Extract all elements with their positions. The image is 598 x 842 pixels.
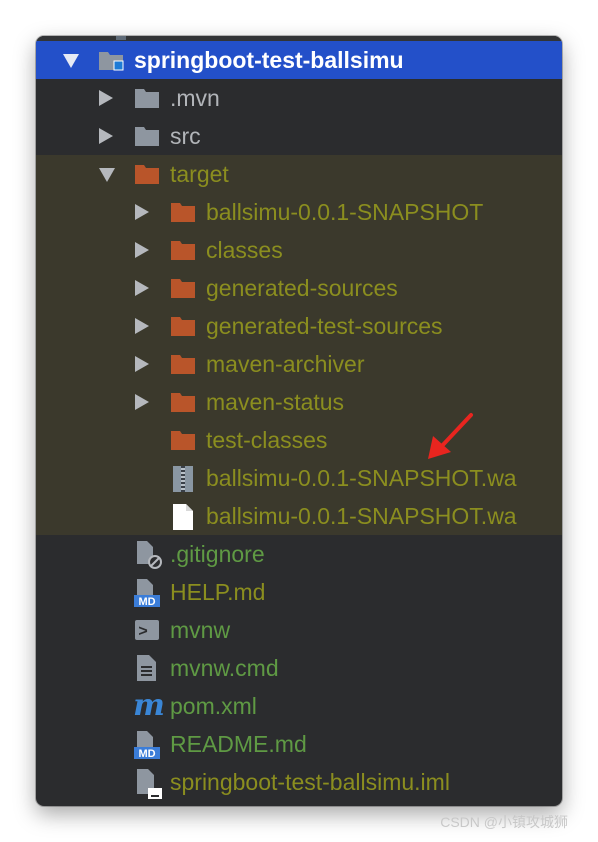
plain-file-icon <box>173 504 193 530</box>
tree-row-label: generated-sources <box>206 275 398 301</box>
project-tree-panel: springboot-test-ballsimu .mvn src target… <box>36 36 562 806</box>
tree-row-pom-xml[interactable]: m pom.xml <box>36 687 562 725</box>
tree-row-label: springboot-test-ballsimu.iml <box>170 769 450 795</box>
annotation-arrow-icon <box>428 413 473 459</box>
maven-icon: m <box>133 688 165 723</box>
excluded-folder-icon <box>171 203 195 222</box>
iml-file-icon <box>137 769 162 799</box>
markdown-file-icon: MD <box>134 731 160 760</box>
tree-row-src[interactable]: src <box>36 117 562 155</box>
tree-row-label: ballsimu-0.0.1-SNAPSHOT.wa <box>206 503 517 529</box>
tree-row-mvnw[interactable]: > mvnw <box>36 611 562 649</box>
expand-arrow-icon[interactable] <box>99 128 113 144</box>
expand-arrow-icon[interactable] <box>135 318 149 334</box>
excluded-folder-icon <box>171 279 195 298</box>
expand-arrow-icon[interactable] <box>99 90 113 106</box>
module-folder-icon <box>99 52 124 71</box>
tree-row-target[interactable]: target <box>36 155 562 193</box>
watermark-text: CSDN @小镇攻城狮 <box>440 814 568 830</box>
tree-row-label: README.md <box>170 731 307 757</box>
tree-row-label: HELP.md <box>170 579 266 605</box>
expand-arrow-icon[interactable] <box>99 168 115 182</box>
tree-row-readme-md[interactable]: MD README.md <box>36 725 562 763</box>
expand-arrow-icon[interactable] <box>135 204 149 220</box>
tree-row-project-root[interactable]: springboot-test-ballsimu <box>36 41 562 79</box>
tree-row-label: test-classes <box>206 427 328 453</box>
svg-text:>: > <box>138 623 148 641</box>
tree-row-gitignore[interactable]: .gitignore <box>36 535 562 573</box>
tree-row-label: classes <box>206 237 283 263</box>
tree-row-label: .mvn <box>170 85 220 111</box>
tree-row-label: target <box>170 161 229 187</box>
tree-row-ballsimu-snapshot-folder[interactable]: ballsimu-0.0.1-SNAPSHOT <box>36 193 562 231</box>
tree-row-iml[interactable]: springboot-test-ballsimu.iml <box>36 763 562 801</box>
excluded-folder-icon <box>171 317 195 336</box>
tree-row-help-md[interactable]: MD HELP.md <box>36 573 562 611</box>
expand-arrow-icon[interactable] <box>135 356 149 372</box>
tree-row-label: ballsimu-0.0.1-SNAPSHOT <box>206 199 484 225</box>
folder-icon <box>135 127 159 146</box>
tree-row-label: maven-status <box>206 389 345 415</box>
tree-row-label: src <box>170 123 201 149</box>
tree-row-label: mvnw <box>170 617 231 643</box>
svg-text:MD: MD <box>138 748 155 760</box>
svg-text:MD: MD <box>138 596 155 608</box>
tree-row-label: .gitignore <box>170 541 265 567</box>
excluded-folder-icon <box>171 355 195 374</box>
project-root-label: springboot-test-ballsimu <box>134 47 404 73</box>
excluded-folder-icon <box>171 241 195 260</box>
folder-icon <box>135 89 159 108</box>
tree-row-label: maven-archiver <box>206 351 365 377</box>
tree-row-label: generated-test-sources <box>206 313 443 339</box>
tree-row-maven-status[interactable]: maven-status <box>36 383 562 421</box>
expand-arrow-icon[interactable] <box>63 54 79 68</box>
gitignore-file-icon <box>137 541 162 569</box>
tree-row-war-archive[interactable]: ballsimu-0.0.1-SNAPSHOT.wa <box>36 459 562 497</box>
tree-row-label: mvnw.cmd <box>170 655 279 681</box>
tree-row-generated-test-sources[interactable]: generated-test-sources <box>36 307 562 345</box>
excluded-folder-icon <box>135 165 159 184</box>
expand-arrow-icon[interactable] <box>135 242 149 258</box>
tree-row-war-file[interactable]: ballsimu-0.0.1-SNAPSHOT.wa <box>36 497 562 535</box>
expand-arrow-icon[interactable] <box>135 394 149 410</box>
expand-arrow-icon[interactable] <box>135 280 149 296</box>
archive-file-icon <box>173 466 193 492</box>
tree-row-maven-archiver[interactable]: maven-archiver <box>36 345 562 383</box>
tree-row-label: ballsimu-0.0.1-SNAPSHOT.wa <box>206 465 517 491</box>
shell-script-icon: > <box>135 620 159 641</box>
tree-row-mvn[interactable]: .mvn <box>36 79 562 117</box>
tree-row-mvnw-cmd[interactable]: mvnw.cmd <box>36 649 562 687</box>
excluded-folder-icon <box>171 431 195 450</box>
excluded-folder-icon <box>171 393 195 412</box>
tree-row-generated-sources[interactable]: generated-sources <box>36 269 562 307</box>
text-file-icon <box>137 655 156 681</box>
tree-row-classes[interactable]: classes <box>36 231 562 269</box>
markdown-file-icon: MD <box>134 579 160 608</box>
tree-row-test-classes[interactable]: test-classes <box>36 421 562 459</box>
tree-row-label: pom.xml <box>170 693 257 719</box>
